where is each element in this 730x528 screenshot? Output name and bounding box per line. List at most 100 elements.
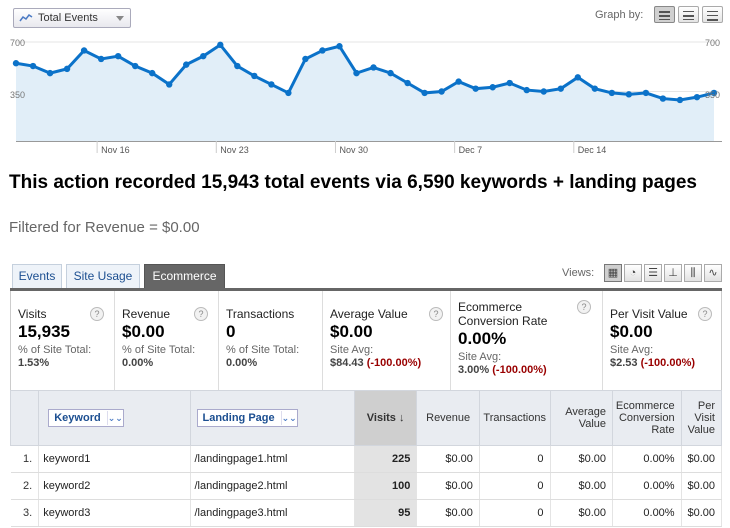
scorecard-avg: 1.53% <box>18 357 50 369</box>
transactions-cell: 0 <box>479 472 551 500</box>
scorecard-value: $0.00 <box>330 322 373 341</box>
scorecard-visits: Visits 15,935 % of Site Total: 1.53% ? <box>11 291 115 391</box>
table-row[interactable]: 3. keyword3 /landingpage3.html 95 $0.00 … <box>10 499 723 527</box>
views-label: Views: <box>562 267 595 279</box>
per-visit-value-header[interactable]: Per Visit Value <box>680 390 723 446</box>
report-table: Keyword ⌄⌄ Landing Page ⌄⌄ Visits ↓ Revenu… <box>9 390 723 527</box>
help-icon[interactable]: ? <box>194 307 208 321</box>
graph-by-day-button[interactable] <box>654 6 675 23</box>
data-point <box>523 86 530 94</box>
data-point <box>251 72 258 80</box>
data-point <box>574 74 582 81</box>
visits-cell: 100 <box>354 472 418 500</box>
scorecard-value: 15,935 <box>18 322 70 341</box>
scorecard-title: Transactions <box>226 307 295 321</box>
scorecard-sub: % of Site Total: <box>122 344 196 356</box>
data-point <box>370 64 377 71</box>
data-point <box>131 62 139 70</box>
scorecard-sub: Site Avg: <box>330 344 374 356</box>
data-point <box>404 79 411 87</box>
landing-page-cell[interactable]: /landingpage2.html <box>190 472 355 500</box>
scorecard-title: Ecommerce Conversion Rate <box>458 300 548 328</box>
keyword-cell[interactable]: keyword1 <box>38 445 191 473</box>
revenue-header[interactable]: Revenue <box>416 390 480 446</box>
help-icon[interactable]: ? <box>698 307 712 321</box>
scorecard-avg: 0.00% <box>226 357 258 369</box>
transactions-cell: 0 <box>479 445 551 473</box>
index-header <box>9 390 40 446</box>
scorecard-revenue: Revenue $0.00 % of Site Total: 0.00% ? <box>115 291 219 391</box>
transactions-header[interactable]: Transactions <box>478 390 551 446</box>
y-label-mid: 350 <box>10 90 25 100</box>
metric-selector[interactable]: Total Events <box>13 8 131 28</box>
scorecard-sub: % of Site Total: <box>226 344 300 356</box>
keyword-cell[interactable]: keyword2 <box>38 472 191 500</box>
data-point <box>455 78 462 85</box>
data-point <box>336 43 343 50</box>
graph-by-week-button[interactable] <box>678 6 699 23</box>
help-icon[interactable]: ? <box>429 307 443 321</box>
keyword-dimension-select[interactable]: Keyword ⌄⌄ <box>48 409 124 427</box>
table-view-icon[interactable]: ▦ <box>604 264 622 282</box>
help-icon[interactable]: ? <box>577 300 591 314</box>
landing-page-cell[interactable]: /landingpage3.html <box>190 499 355 527</box>
events-area-chart: 700 350 700 350 Nov 16 Nov 23 Nov 30 Dec 7 D… <box>10 38 722 155</box>
data-point <box>200 52 207 60</box>
data-point <box>80 47 88 54</box>
help-icon[interactable]: ? <box>90 307 104 321</box>
pivot-view-icon[interactable]: ⫼ <box>684 264 702 282</box>
chevron-down-icon: ⌄⌄ <box>106 411 123 425</box>
scorecard-avg: 3.00% (-100.00%) <box>458 364 547 376</box>
chevron-down-icon <box>116 16 124 21</box>
data-point <box>46 69 54 77</box>
data-point <box>12 60 20 67</box>
row-index: 3. <box>10 499 40 527</box>
data-point <box>608 89 616 97</box>
y-label-top: 700 <box>10 38 25 48</box>
scorecards: Visits 15,935 % of Site Total: 1.53% ? R… <box>10 291 722 391</box>
data-point <box>693 93 701 101</box>
transactions-cell: 0 <box>479 499 551 527</box>
x-tick-label: Nov 23 <box>220 145 249 155</box>
graph-by-month-button[interactable] <box>702 6 723 23</box>
landing-page-cell[interactable]: /landingpage1.html <box>190 445 355 473</box>
comparison-view-icon[interactable]: ⊥ <box>664 264 682 282</box>
data-point <box>97 55 105 63</box>
scorecard-per-visit-value: Per Visit Value $0.00 Site Avg: $2.53 (-… <box>603 291 721 391</box>
data-point <box>438 88 445 95</box>
table-row[interactable]: 1. keyword1 /landingpage1.html 225 $0.00… <box>10 445 723 473</box>
revenue-cell: $0.00 <box>416 472 480 500</box>
conversion-rate-header[interactable]: Ecommerce Conversion Rate <box>612 390 682 446</box>
y-label-mid-right: 350 <box>705 90 720 100</box>
data-point <box>29 62 37 70</box>
visits-header[interactable]: Visits ↓ <box>353 390 418 446</box>
per-visit-value-cell: $0.00 <box>681 499 723 527</box>
scorecard-value: $0.00 <box>122 322 165 341</box>
scorecard-average-value: Average Value $0.00 Site Avg: $84.43 (-1… <box>323 291 451 391</box>
keyword-header: Keyword ⌄⌄ <box>38 390 191 446</box>
average-value-cell: $0.00 <box>550 445 614 473</box>
data-point <box>63 65 71 73</box>
tab-ecommerce[interactable]: Ecommerce <box>144 264 225 289</box>
scorecard-avg: $84.43 (-100.00%) <box>330 357 422 369</box>
data-point <box>217 41 224 49</box>
tab-events[interactable]: Events <box>12 264 62 289</box>
data-point <box>489 84 496 91</box>
revenue-cell: $0.00 <box>416 445 480 473</box>
average-value-header[interactable]: Average Value <box>549 390 614 446</box>
visits-cell: 95 <box>354 499 418 527</box>
x-tick-label: Dec 14 <box>578 145 607 155</box>
sparkline-view-icon[interactable]: ∿ <box>704 264 722 282</box>
data-point <box>268 81 275 88</box>
visits-cell: 225 <box>354 445 418 473</box>
pie-view-icon[interactable]: ◔ <box>624 264 642 282</box>
landing-page-dimension-select[interactable]: Landing Page ⌄⌄ <box>196 409 298 427</box>
keyword-cell[interactable]: keyword3 <box>38 499 191 527</box>
data-point <box>387 69 394 77</box>
conversion-rate-cell: 0.00% <box>612 499 682 527</box>
tab-site-usage[interactable]: Site Usage <box>66 264 140 289</box>
graph-by-label: Graph by: <box>595 9 644 21</box>
bar-view-icon[interactable]: ☰ <box>644 264 662 282</box>
scorecard-avg: 0.00% <box>122 357 154 369</box>
table-row[interactable]: 2. keyword2 /landingpage2.html 100 $0.00… <box>10 472 723 500</box>
